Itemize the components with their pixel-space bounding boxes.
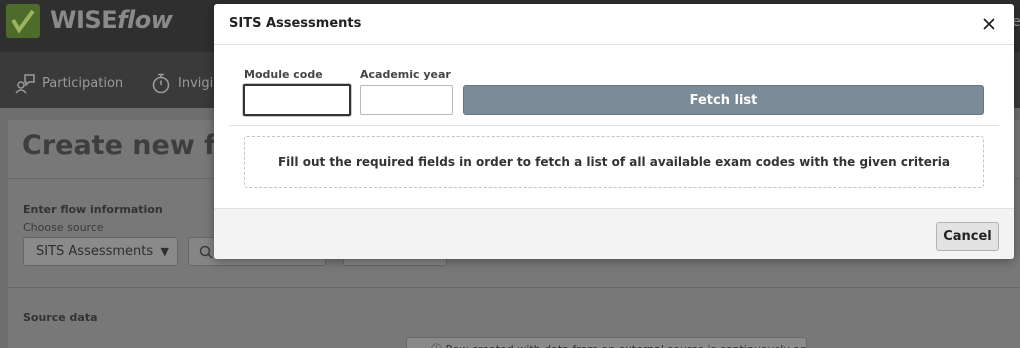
module-code-input[interactable] bbox=[243, 84, 351, 116]
modal-header: SITS Assessments bbox=[214, 4, 1014, 45]
modal-footer: Cancel bbox=[214, 208, 1014, 259]
close-icon bbox=[983, 18, 995, 30]
stopwatch-icon bbox=[152, 73, 170, 94]
info-banner: ⓘ Row created with data from an external… bbox=[406, 337, 807, 348]
wiseflow-logo bbox=[6, 4, 40, 38]
fetch-instructions-box: Fill out the required fields in order to… bbox=[244, 136, 984, 188]
divider bbox=[229, 125, 999, 126]
academic-year-label: Academic year bbox=[360, 68, 451, 81]
nav-item-participation[interactable]: Participation bbox=[14, 72, 123, 94]
cancel-button[interactable]: Cancel bbox=[936, 222, 999, 251]
divider bbox=[8, 287, 1020, 288]
close-button[interactable] bbox=[980, 15, 998, 33]
chevron-down-icon: ▼ bbox=[160, 245, 169, 258]
sits-assessments-modal: SITS Assessments Module code Academic ye… bbox=[214, 4, 1014, 259]
source-data-label: Source data bbox=[23, 311, 98, 324]
module-code-label: Module code bbox=[244, 68, 323, 81]
brand-name: WISEflow bbox=[50, 6, 173, 34]
academic-year-input[interactable] bbox=[360, 85, 453, 115]
nav-item-invigilation[interactable]: Invigil bbox=[150, 72, 217, 94]
modal-title: SITS Assessments bbox=[229, 16, 362, 31]
participant-chat-icon bbox=[15, 74, 35, 94]
fetch-instructions-text: Fill out the required fields in order to… bbox=[277, 155, 951, 169]
source-select[interactable]: SITS Assessments ▼ bbox=[23, 237, 178, 266]
section-label: Enter flow information bbox=[23, 203, 163, 216]
fetch-list-button[interactable]: Fetch list bbox=[463, 85, 984, 115]
search-icon bbox=[199, 245, 213, 259]
nav-item-label: Participation bbox=[42, 75, 124, 91]
source-select-value: SITS Assessments bbox=[36, 244, 154, 259]
choose-source-label: Choose source bbox=[23, 221, 104, 234]
nav-item-label: Invigil bbox=[178, 75, 217, 91]
